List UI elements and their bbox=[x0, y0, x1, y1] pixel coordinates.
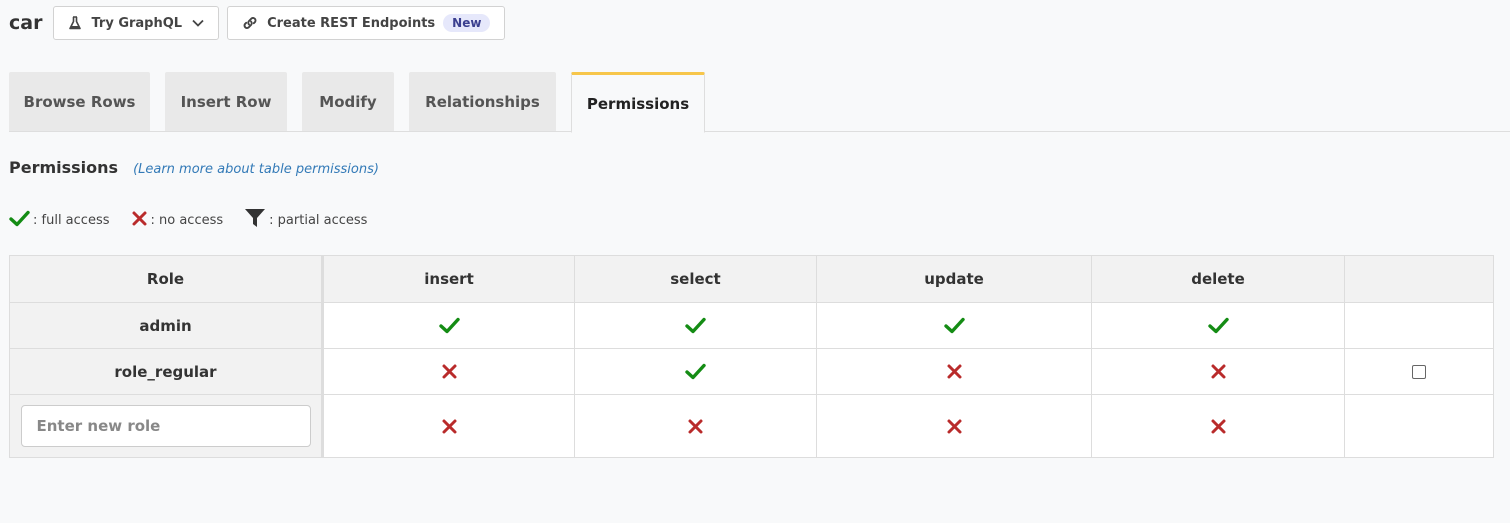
check-icon[interactable] bbox=[1207, 317, 1229, 334]
admin-select-cell[interactable] bbox=[575, 303, 817, 349]
header-bulk bbox=[1345, 256, 1493, 303]
cross-icon bbox=[131, 210, 151, 231]
cross-icon[interactable] bbox=[441, 363, 458, 380]
filter-icon bbox=[244, 207, 269, 233]
access-legend: : full access : no access : partial acce… bbox=[9, 207, 388, 233]
tab-insert-row[interactable]: Insert Row bbox=[165, 72, 287, 131]
legend-full-access: : full access bbox=[9, 210, 110, 231]
tab-relationships[interactable]: Relationships bbox=[409, 72, 556, 131]
admin-bulk-cell bbox=[1345, 303, 1493, 349]
header-select: select bbox=[575, 256, 817, 303]
tab-bar: Browse Rows Insert Row Modify Relationsh… bbox=[9, 72, 1510, 133]
new-role-insert-cell[interactable] bbox=[324, 395, 575, 457]
flask-icon bbox=[68, 16, 82, 30]
header-update: update bbox=[817, 256, 1092, 303]
table-name: car bbox=[9, 12, 43, 34]
new-role-cell bbox=[10, 395, 321, 457]
cross-icon[interactable] bbox=[441, 418, 458, 435]
role-regular-delete-cell[interactable] bbox=[1092, 349, 1345, 395]
check-icon[interactable] bbox=[943, 317, 965, 334]
permissions-title: Permissions bbox=[9, 158, 119, 177]
check-icon[interactable] bbox=[438, 317, 460, 334]
new-badge: New bbox=[443, 14, 491, 32]
new-role-input[interactable] bbox=[20, 405, 311, 447]
tab-modify[interactable]: Modify bbox=[302, 72, 394, 131]
table-header: car Try GraphQL Create REST Endpoints Ne… bbox=[9, 6, 513, 40]
new-role-bulk-cell bbox=[1345, 395, 1493, 457]
admin-update-cell[interactable] bbox=[817, 303, 1092, 349]
role-name-admin: admin bbox=[10, 303, 321, 349]
tab-permissions[interactable]: Permissions bbox=[571, 72, 705, 133]
check-icon bbox=[9, 210, 33, 231]
cross-icon[interactable] bbox=[687, 418, 704, 435]
try-graphql-button[interactable]: Try GraphQL bbox=[53, 6, 220, 40]
permissions-heading: Permissions (Learn more about table perm… bbox=[9, 158, 379, 177]
chevron-down-icon bbox=[192, 19, 204, 27]
legend-no-access: : no access bbox=[131, 210, 223, 231]
legend-partial-access: : partial access bbox=[244, 207, 367, 233]
create-rest-label: Create REST Endpoints bbox=[267, 15, 436, 31]
header-role: Role bbox=[10, 256, 321, 303]
check-icon[interactable] bbox=[685, 317, 706, 334]
new-role-update-cell[interactable] bbox=[817, 395, 1092, 457]
role-regular-update-cell[interactable] bbox=[817, 349, 1092, 395]
cross-icon[interactable] bbox=[1210, 363, 1227, 380]
new-role-delete-cell[interactable] bbox=[1092, 395, 1345, 457]
role-regular-select-cell[interactable] bbox=[575, 349, 817, 395]
header-insert: insert bbox=[324, 256, 575, 303]
cross-icon[interactable] bbox=[946, 418, 963, 435]
cross-icon[interactable] bbox=[946, 363, 963, 380]
create-rest-endpoints-button[interactable]: Create REST Endpoints New bbox=[227, 6, 506, 40]
check-icon[interactable] bbox=[685, 363, 706, 380]
admin-insert-cell[interactable] bbox=[324, 303, 575, 349]
role-name-role-regular: role_regular bbox=[10, 349, 321, 395]
permissions-table: Role insert select update delete admin r… bbox=[9, 255, 1494, 458]
tab-browse-rows[interactable]: Browse Rows bbox=[9, 72, 150, 131]
role-regular-bulk-cell bbox=[1345, 349, 1493, 395]
bulk-select-checkbox[interactable] bbox=[1412, 364, 1426, 379]
role-regular-insert-cell[interactable] bbox=[324, 349, 575, 395]
learn-more-link[interactable]: (Learn more about table permissions) bbox=[133, 162, 379, 177]
admin-delete-cell[interactable] bbox=[1092, 303, 1345, 349]
header-delete: delete bbox=[1092, 256, 1345, 303]
link-icon bbox=[242, 15, 258, 31]
new-role-select-cell[interactable] bbox=[575, 395, 817, 457]
try-graphql-label: Try GraphQL bbox=[91, 15, 183, 31]
cross-icon[interactable] bbox=[1210, 418, 1227, 435]
